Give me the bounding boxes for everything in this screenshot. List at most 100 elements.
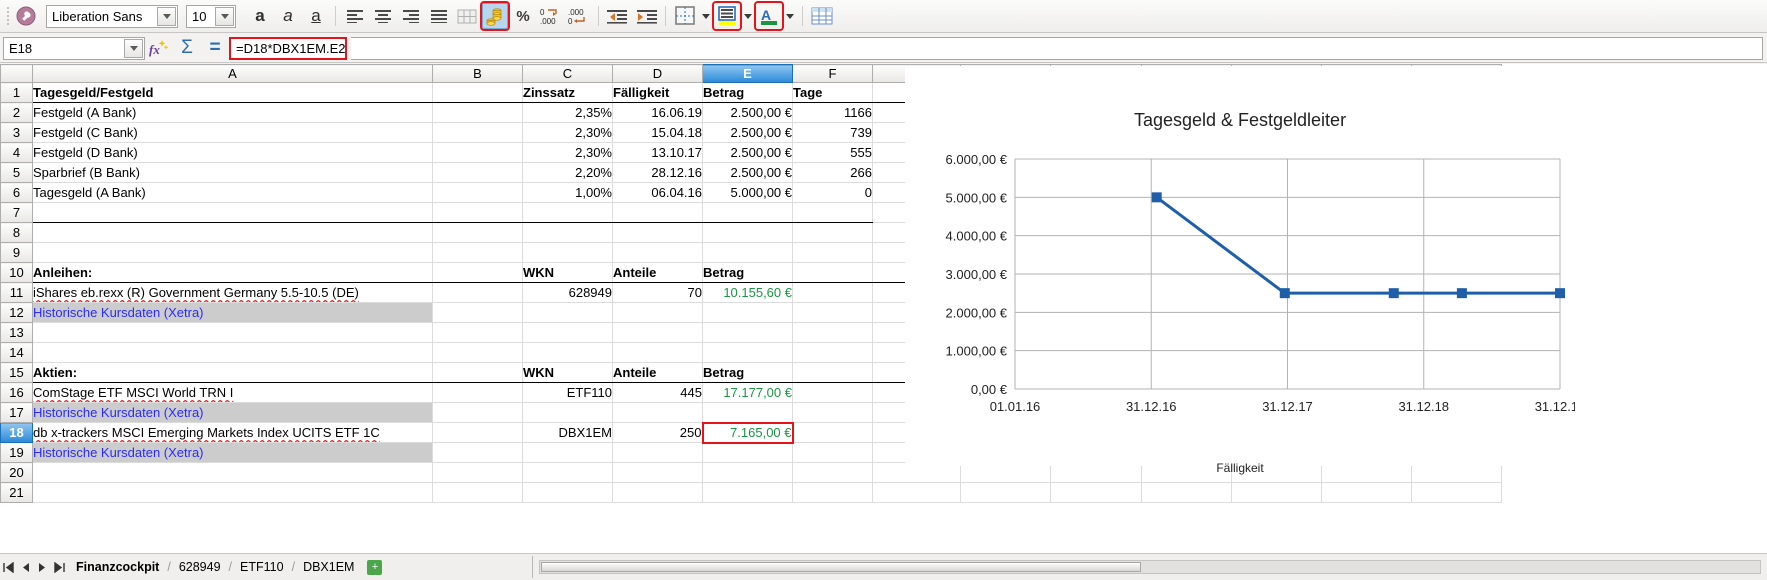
cell-C18[interactable]: DBX1EM — [522, 422, 613, 443]
row-header-16[interactable]: 16 — [0, 382, 33, 403]
bold-icon[interactable]: a — [247, 3, 273, 29]
first-sheet-icon[interactable] — [0, 557, 17, 577]
sheet-tab-dbx1em[interactable]: DBX1EM — [295, 558, 362, 577]
font-color-dropdown-chevron-icon[interactable] — [786, 13, 794, 19]
cell-F19[interactable] — [792, 442, 873, 463]
cell-D3[interactable]: 15.04.18 — [612, 122, 703, 143]
cell-C8[interactable] — [522, 222, 613, 243]
cell-F1[interactable]: Tage — [792, 82, 873, 103]
row-header-2[interactable]: 2 — [0, 102, 33, 123]
cell-C6[interactable]: 1,00% — [522, 182, 613, 203]
sheet-tab-etf110[interactable]: ETF110 — [232, 558, 292, 577]
cell-E19[interactable] — [702, 442, 793, 463]
select-all-corner[interactable] — [0, 64, 33, 83]
cell-C21[interactable] — [522, 482, 613, 503]
cell-B21[interactable] — [432, 482, 523, 503]
cell-E3[interactable]: 2.500,00 € — [702, 122, 793, 143]
align-right-icon[interactable] — [398, 3, 424, 29]
cell-E17[interactable] — [702, 402, 793, 423]
cell-D7[interactable] — [612, 202, 703, 223]
sheet-tab-finanzcockpit[interactable]: Finanzcockpit — [68, 558, 167, 577]
cell-F20[interactable] — [792, 462, 873, 483]
function-wizard-icon[interactable]: fx — [145, 36, 173, 61]
cell-A9[interactable] — [32, 242, 433, 263]
row-header-12[interactable]: 12 — [0, 302, 33, 323]
cell-F16[interactable] — [792, 382, 873, 403]
cell-C4[interactable]: 2,30% — [522, 142, 613, 163]
cell-D14[interactable] — [612, 342, 703, 363]
cell-F3[interactable]: 739 — [792, 122, 873, 143]
cell-C1[interactable]: Zinssatz — [522, 82, 613, 103]
cell-C17[interactable] — [522, 402, 613, 423]
column-header-C[interactable]: C — [522, 64, 613, 83]
cell-A12[interactable]: Historische Kursdaten (Xetra) — [32, 302, 433, 323]
align-center-icon[interactable] — [370, 3, 396, 29]
cell-C10[interactable]: WKN — [522, 262, 613, 283]
cell-C7[interactable] — [522, 202, 613, 223]
cell-B14[interactable] — [432, 342, 523, 363]
cell-A1[interactable]: Tagesgeld/Festgeld — [32, 82, 433, 103]
name-box[interactable]: E18 — [3, 36, 145, 60]
cell-A8[interactable] — [32, 222, 433, 243]
cell-D19[interactable] — [612, 442, 703, 463]
row-header-8[interactable]: 8 — [0, 222, 33, 243]
delete-decimal-place-icon[interactable]: .000 0 — [566, 3, 592, 29]
cell-D18[interactable]: 250 — [612, 422, 703, 443]
row-header-17[interactable]: 17 — [0, 402, 33, 423]
formula-input[interactable]: =D18*DBX1EM.E2 — [229, 36, 348, 60]
column-header-E[interactable]: E — [702, 64, 793, 83]
font-size-combobox[interactable]: 10 — [186, 4, 236, 28]
cell-D21[interactable] — [612, 482, 703, 503]
cell-F5[interactable]: 266 — [792, 162, 873, 183]
cell-D17[interactable] — [612, 402, 703, 423]
cell-A17[interactable]: Historische Kursdaten (Xetra) — [32, 402, 433, 423]
cell-F11[interactable] — [792, 282, 873, 303]
cell-B17[interactable] — [432, 402, 523, 423]
cell-B3[interactable] — [432, 122, 523, 143]
add-sheet-button[interactable]: + — [367, 559, 383, 575]
background-color-dropdown-chevron-icon[interactable] — [744, 13, 752, 19]
next-sheet-icon[interactable] — [34, 557, 51, 577]
cell-A15[interactable]: Aktien: — [32, 362, 433, 383]
cell-B2[interactable] — [432, 102, 523, 123]
cell-D5[interactable]: 28.12.16 — [612, 162, 703, 183]
cell-E8[interactable] — [702, 222, 793, 243]
cell-C3[interactable]: 2,30% — [522, 122, 613, 143]
last-sheet-icon[interactable] — [51, 557, 68, 577]
cell-B6[interactable] — [432, 182, 523, 203]
cell-B13[interactable] — [432, 322, 523, 343]
increase-indent-icon[interactable] — [633, 3, 659, 29]
row-header-5[interactable]: 5 — [0, 162, 33, 183]
row-header-19[interactable]: 19 — [0, 442, 33, 463]
formula-input-extension[interactable] — [351, 36, 1763, 60]
cell-A16[interactable]: ComStage ETF MSCI World TRN I — [32, 382, 433, 403]
cell-A14[interactable] — [32, 342, 433, 363]
cell-C12[interactable] — [522, 302, 613, 323]
horizontal-scrollbar-thumb[interactable] — [541, 562, 1142, 572]
cell-A19[interactable]: Historische Kursdaten (Xetra) — [32, 442, 433, 463]
row-header-15[interactable]: 15 — [0, 362, 33, 383]
cell-E9[interactable] — [702, 242, 793, 263]
cell-A6[interactable]: Tagesgeld (A Bank) — [32, 182, 433, 203]
row-header-11[interactable]: 11 — [0, 282, 33, 303]
row-header-13[interactable]: 13 — [0, 322, 33, 343]
font-color-icon[interactable]: A — [754, 1, 784, 31]
cell-C5[interactable]: 2,20% — [522, 162, 613, 183]
cell-D15[interactable]: Anteile — [612, 362, 703, 383]
cell-M21[interactable] — [1411, 482, 1502, 503]
name-box-dropdown-chevron-icon[interactable] — [124, 38, 143, 58]
italic-icon[interactable]: a — [275, 3, 301, 29]
cell-A5[interactable]: Sparbrief (B Bank) — [32, 162, 433, 183]
cell-F9[interactable] — [792, 242, 873, 263]
cell-A18[interactable]: db x-trackers MSCI Emerging Markets Inde… — [32, 422, 433, 443]
cell-F8[interactable] — [792, 222, 873, 243]
cell-F7[interactable] — [792, 202, 873, 223]
cell-B5[interactable] — [432, 162, 523, 183]
cell-B4[interactable] — [432, 142, 523, 163]
sum-icon[interactable]: Σ — [173, 36, 201, 61]
cell-D9[interactable] — [612, 242, 703, 263]
row-header-6[interactable]: 6 — [0, 182, 33, 203]
cell-B11[interactable] — [432, 282, 523, 303]
cell-F10[interactable] — [792, 262, 873, 283]
formula-icon[interactable]: = — [201, 36, 229, 61]
